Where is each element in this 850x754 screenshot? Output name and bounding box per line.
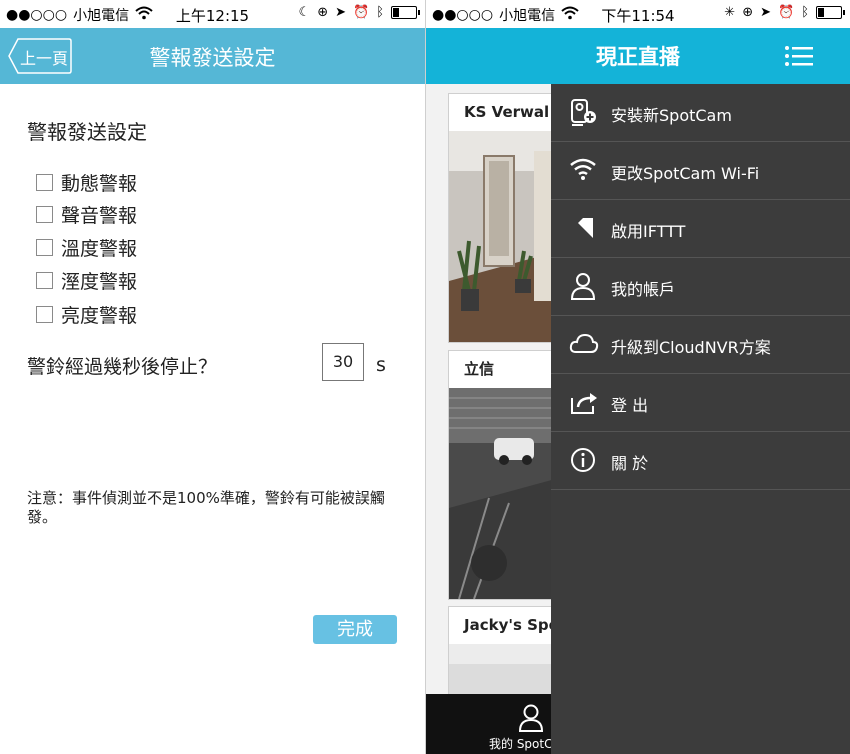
done-button[interactable]: 完成 bbox=[313, 615, 397, 644]
menu-item-label: 升級到CloudNVR方案 bbox=[611, 338, 771, 357]
checkbox-label: 動態警報 bbox=[61, 173, 138, 195]
section-title: 警報發送設定 bbox=[27, 120, 147, 144]
menu-item-change-wifi[interactable]: 更改SpotCam Wi-Fi bbox=[551, 142, 850, 200]
checkbox-brightness-alert[interactable]: 亮度警報 bbox=[36, 301, 137, 328]
checkbox-motion-alert[interactable]: 動態警報 bbox=[36, 169, 137, 196]
camera-card[interactable]: Jacky's Spo bbox=[448, 606, 560, 708]
rotation-lock-icon: ⊕ bbox=[742, 5, 754, 20]
checkbox[interactable] bbox=[36, 306, 53, 323]
moon-icon: ☾ bbox=[298, 5, 311, 20]
menu-item-label: 安裝新SpotCam bbox=[611, 106, 732, 125]
menu-item-logout[interactable]: 登 出 bbox=[551, 374, 850, 432]
seconds-input[interactable]: 30 bbox=[322, 343, 364, 381]
status-bar: ●●○○○ 小旭電信 上午12:15 ☾ ⊕ ➤ ⏰ ᛒ bbox=[0, 0, 425, 28]
menu-item-label: 關 於 bbox=[611, 454, 649, 473]
rotation-lock-icon: ⊕ bbox=[317, 5, 329, 20]
checkbox-label: 聲音警報 bbox=[61, 205, 138, 227]
menu-icon[interactable] bbox=[784, 45, 814, 67]
logout-icon bbox=[571, 393, 597, 414]
status-icons: ✳ ⊕ ➤ ⏰ ᛒ bbox=[724, 5, 845, 20]
menu-item-label: 更改SpotCam Wi-Fi bbox=[611, 164, 760, 183]
menu-item-label: 啟用IFTTT bbox=[611, 222, 686, 241]
cloud-icon bbox=[569, 333, 599, 353]
location-icon: ➤ bbox=[760, 5, 771, 20]
checkbox[interactable] bbox=[36, 174, 53, 191]
camera-card[interactable]: KS Verwal bbox=[448, 93, 560, 343]
checkbox-sound-alert[interactable]: 聲音警報 bbox=[36, 201, 137, 228]
menu-item-ifttt[interactable]: 啟用IFTTT bbox=[551, 200, 850, 258]
checkbox[interactable] bbox=[36, 272, 53, 289]
info-icon bbox=[571, 448, 595, 472]
seconds-unit: s bbox=[376, 354, 386, 376]
add-camera-icon bbox=[571, 99, 596, 126]
checkbox-label: 溼度警報 bbox=[61, 271, 138, 293]
disclaimer-note: 注意：事件偵測並不是100%準確，警鈴有可能被誤觸發。 bbox=[27, 489, 385, 526]
bluetooth-icon: ᛒ bbox=[801, 5, 809, 20]
camera-title: Jacky's Spo bbox=[464, 616, 559, 634]
wifi-icon bbox=[570, 158, 596, 180]
user-icon bbox=[570, 273, 596, 300]
loading-icon: ✳ bbox=[724, 5, 736, 20]
checkbox-humidity-alert[interactable]: 溼度警報 bbox=[36, 267, 137, 294]
status-bar: ●●○○○ 小旭電信 下午11:54 ✳ ⊕ ➤ ⏰ ᛒ bbox=[426, 0, 850, 28]
camera-thumbnail bbox=[449, 131, 559, 342]
menu-item-add-camera[interactable]: 安裝新SpotCam bbox=[551, 84, 850, 142]
my-account-tab-label[interactable]: 我的 SpotC bbox=[489, 735, 552, 752]
menu-item-my-account[interactable]: 我的帳戶 bbox=[551, 258, 850, 316]
battery-icon bbox=[816, 6, 845, 19]
camera-title: KS Verwal bbox=[464, 103, 550, 121]
ifttt-icon bbox=[573, 218, 593, 238]
nav-bar: 上一頁 警報發送設定 bbox=[0, 28, 425, 84]
checkbox-label: 溫度警報 bbox=[61, 238, 138, 260]
camera-thumbnail bbox=[449, 388, 559, 599]
checkbox[interactable] bbox=[36, 239, 53, 256]
camera-card[interactable]: 立信 bbox=[448, 350, 560, 600]
status-icons: ☾ ⊕ ➤ ⏰ ᛒ bbox=[298, 5, 420, 20]
checkbox-temperature-alert[interactable]: 溫度警報 bbox=[36, 234, 137, 261]
page-title: 警報發送設定 bbox=[149, 46, 276, 70]
camera-title: 立信 bbox=[464, 360, 495, 378]
nav-bar: 現正直播 bbox=[426, 28, 850, 84]
alarm-icon: ⏰ bbox=[353, 5, 370, 20]
alarm-icon: ⏰ bbox=[778, 5, 795, 20]
bluetooth-icon: ᛒ bbox=[376, 5, 384, 20]
checkbox-label: 亮度警報 bbox=[61, 305, 138, 327]
alert-settings-screen: ●●○○○ 小旭電信 上午12:15 ☾ ⊕ ➤ ⏰ ᛒ 上一頁 警報發送設定 … bbox=[0, 0, 425, 754]
alarm-stop-question: 警鈴經過幾秒後停止？ bbox=[27, 356, 218, 378]
location-icon: ➤ bbox=[335, 5, 346, 20]
my-account-tab-icon[interactable] bbox=[518, 704, 544, 732]
menu-item-label: 登 出 bbox=[611, 396, 649, 415]
battery-icon bbox=[391, 6, 420, 19]
live-view-screen: ●●○○○ 小旭電信 下午11:54 ✳ ⊕ ➤ ⏰ ᛒ 現正直播 KS Ver… bbox=[426, 0, 850, 754]
menu-item-upgrade-cloudnvr[interactable]: 升級到CloudNVR方案 bbox=[551, 316, 850, 374]
side-menu-drawer: 安裝新SpotCam 更改SpotCam Wi-Fi 啟用IFTTT 我的帳戶 … bbox=[551, 84, 850, 754]
menu-item-about[interactable]: 關 於 bbox=[551, 432, 850, 490]
menu-item-label: 我的帳戶 bbox=[611, 280, 676, 299]
checkbox[interactable] bbox=[36, 206, 53, 223]
